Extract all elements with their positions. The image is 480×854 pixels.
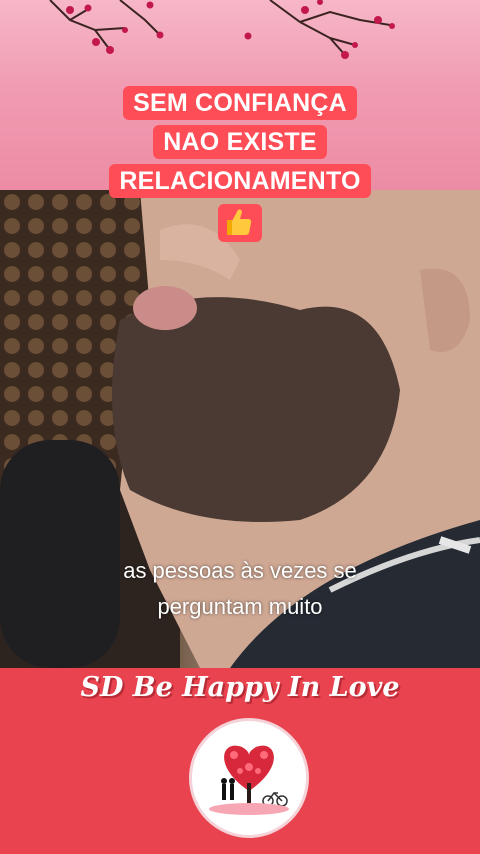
caption-line-1: SEM CONFIANÇA — [0, 86, 480, 120]
caption-line-3: RELACIONAMENTO — [0, 164, 480, 198]
video-frame[interactable]: SEM CONFIANÇA NAO EXISTE RELACIONAMENTO … — [0, 0, 480, 854]
subtitle-line-2: perguntam muito — [157, 594, 323, 619]
subtitle-line-1: as pessoas às vezes se — [123, 558, 357, 583]
caption-emoji — [0, 204, 480, 247]
caption-text-1: SEM CONFIANÇA — [123, 86, 357, 120]
thumbs-up-icon — [218, 204, 262, 242]
love-tree-logo — [189, 718, 309, 838]
caption-line-2: NAO EXISTE — [0, 125, 480, 159]
cherry-branch-decoration — [49, 0, 395, 59]
caption-text-3: RELACIONAMENTO — [109, 164, 371, 198]
brand-name: SD Be Happy In Love — [80, 672, 400, 703]
caption-text-2: NAO EXISTE — [153, 125, 327, 159]
